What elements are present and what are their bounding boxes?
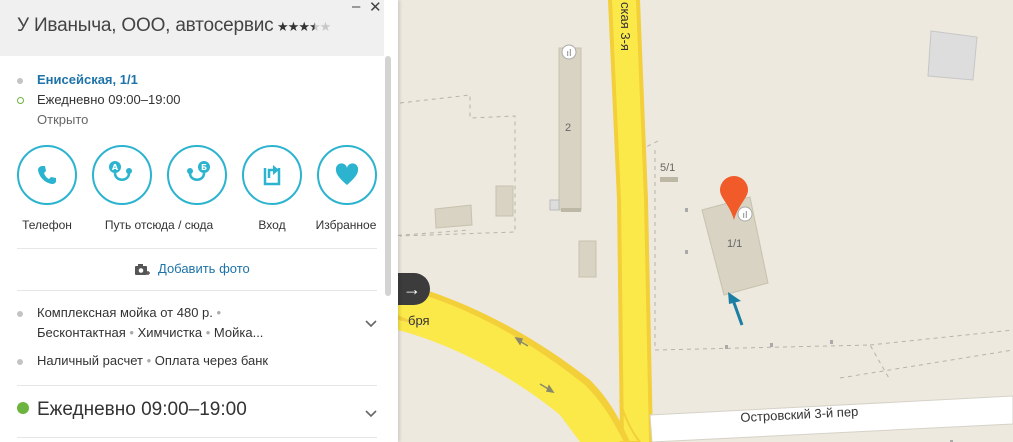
route-button[interactable]: А — [92, 145, 152, 205]
add-photo-link[interactable]: Добавить фото — [134, 261, 250, 277]
svg-text:Б: Б — [201, 163, 207, 172]
bullet-icon — [17, 310, 23, 317]
phone-icon — [38, 166, 56, 184]
clock-icon — [17, 401, 29, 414]
divider — [17, 290, 377, 291]
house-number-2: 2 — [565, 122, 572, 134]
phone-button[interactable] — [17, 145, 77, 205]
service-item: Химчистка — [137, 325, 203, 340]
schedule-row: Ежедневно 09:00–19:00 — [17, 92, 181, 107]
fork-knife-icon: ıl — [561, 44, 577, 60]
bullet-icon — [17, 77, 23, 84]
scrollbar-thumb[interactable] — [385, 56, 391, 296]
chevron-down-icon[interactable] — [364, 407, 378, 421]
camera-icon — [135, 263, 150, 275]
svg-text:ıl: ıl — [566, 49, 571, 59]
entrance-button[interactable] — [242, 145, 302, 205]
star-icon: ★ — [287, 19, 300, 34]
action-label-phone: Телефон — [22, 218, 72, 232]
route-to-icon: Б — [187, 161, 210, 181]
payment-item: Наличный расчет — [37, 353, 143, 368]
svg-text:А: А — [112, 163, 119, 172]
rating-stars: ★★★★★ — [277, 19, 332, 35]
open-status-text: Открыто — [37, 112, 89, 127]
fork-knife-icon-2: ıl — [737, 206, 753, 222]
open-status-icon — [17, 97, 24, 105]
place-card-panel: У Иваныча, ООО, автосервис ★★★★★ – ✕ Ени… — [0, 0, 398, 442]
house-number-1-1: 1/1 — [727, 238, 743, 250]
address-row: Енисейская, 1/1 — [17, 72, 138, 87]
street-label-partial: бря — [408, 313, 430, 328]
favorite-button[interactable] — [317, 145, 377, 205]
services-row-2: Бесконтактная • Химчистка • Мойка... — [37, 325, 264, 340]
star-half-icon: ★ — [308, 19, 321, 34]
star-icon: ★ — [277, 19, 289, 34]
services-row-1: Комплексная мойка от 480 р. • — [17, 305, 221, 320]
divider — [17, 437, 377, 438]
divider — [17, 385, 377, 386]
route-icon: А — [109, 161, 132, 181]
bullet-icon — [17, 358, 23, 365]
chevron-down-icon[interactable] — [364, 317, 378, 331]
arrow-right-icon: → — [403, 278, 421, 299]
action-label-favorite: Избранное — [315, 218, 377, 232]
collapse-panel-button[interactable]: → — [394, 273, 430, 305]
minimize-button[interactable]: – — [352, 0, 360, 14]
service-item: Мойка... — [213, 325, 264, 340]
star-empty-icon: ★ — [319, 19, 332, 34]
action-label-route: Путь отсюда / сюда — [104, 218, 214, 232]
service-item: Комплексная мойка от 480 р. — [37, 305, 213, 320]
svg-text:ıl: ıl — [742, 211, 747, 221]
heart-icon — [335, 163, 359, 185]
entrance-icon — [263, 165, 281, 186]
payment-row: Наличный расчет • Оплата через банк — [17, 353, 268, 368]
close-button[interactable]: ✕ — [369, 0, 382, 15]
schedule-text: Ежедневно 09:00–19:00 — [37, 92, 181, 107]
payment-item: Оплата через банк — [154, 353, 269, 368]
place-title: У Иваныча, ООО, автосервис — [17, 15, 274, 36]
house-number-5-1: 5/1 — [660, 162, 676, 174]
star-icon: ★ — [298, 19, 310, 34]
card-header: У Иваныча, ООО, автосервис ★★★★★ – ✕ — [0, 0, 393, 56]
hours-section[interactable]: Ежедневно 09:00–19:00 — [17, 399, 247, 421]
address-link[interactable]: Енисейская, 1/1 — [37, 72, 138, 87]
divider — [17, 248, 377, 249]
route-to-button[interactable]: Б — [167, 145, 227, 205]
add-photo-label: Добавить фото — [158, 261, 250, 276]
service-item: Бесконтактная — [37, 325, 126, 340]
street-label-vertical: ская 3-я — [618, 2, 633, 51]
hours-text: Ежедневно 09:00–19:00 — [37, 399, 247, 420]
